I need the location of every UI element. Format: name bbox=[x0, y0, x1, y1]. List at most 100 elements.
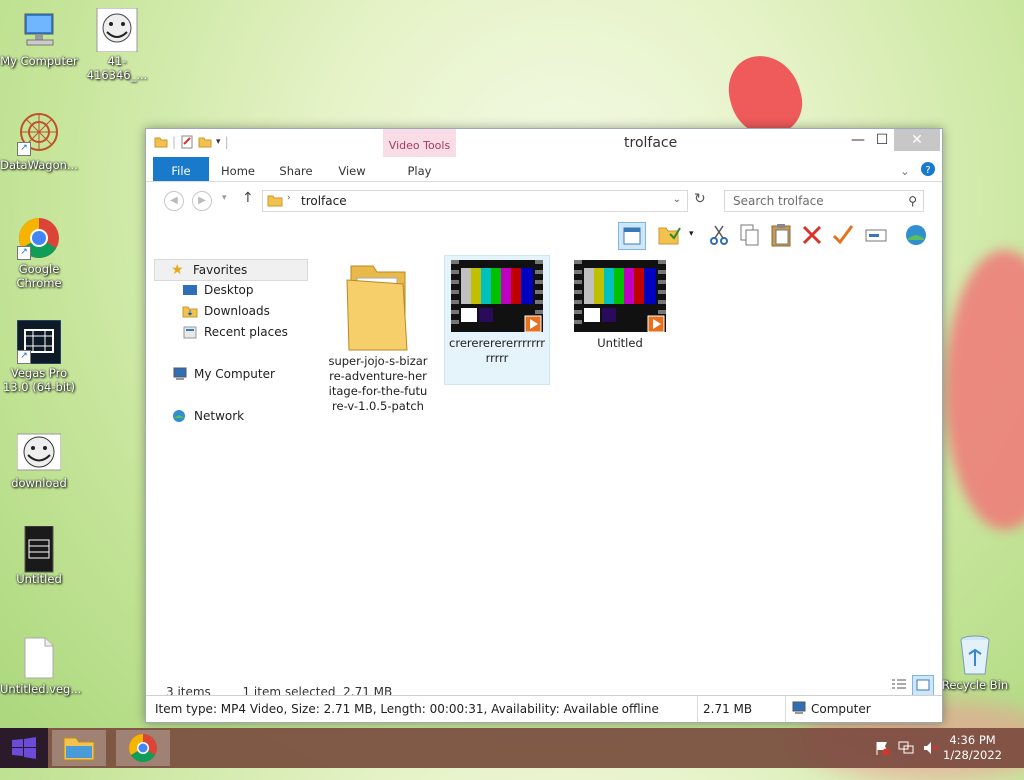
sony-video-icon bbox=[17, 525, 61, 573]
address-bar[interactable]: › trolface ⌄ bbox=[262, 190, 688, 212]
details-view-icon[interactable] bbox=[890, 677, 908, 693]
breadcrumb[interactable]: trolface bbox=[301, 194, 347, 208]
forward-button[interactable]: ▶ bbox=[192, 191, 212, 211]
downloads-icon bbox=[182, 304, 198, 318]
new-folder-icon[interactable] bbox=[198, 135, 212, 149]
datawagon-icon: ↗ bbox=[17, 112, 61, 156]
trollface-image-icon bbox=[16, 430, 62, 474]
desktop-icon-google-chrome[interactable]: ↗ Google Chrome bbox=[0, 216, 78, 290]
folder-item[interactable]: super-jojo-s-bizarre-adventure-heritage-… bbox=[326, 256, 430, 414]
chrome-icon bbox=[129, 734, 157, 762]
refresh-button[interactable]: ↻ bbox=[694, 191, 706, 207]
title-bar: | ▾ | Video Tools trolface — ☐ ✕ bbox=[146, 129, 942, 179]
delete-icon[interactable] bbox=[799, 222, 825, 248]
recent-locations-icon[interactable]: ▾ bbox=[222, 193, 227, 203]
desktop-icon-datawagon[interactable]: ↗ DataWagon... bbox=[0, 112, 78, 172]
divider bbox=[697, 696, 698, 722]
properties-folder-icon[interactable] bbox=[656, 222, 682, 248]
item-size: 2.71 MB bbox=[703, 702, 753, 716]
desktop-icon-my-computer[interactable]: My Computer bbox=[0, 8, 78, 68]
recent-places-icon bbox=[182, 325, 198, 339]
nav-favorites[interactable]: ★ Favorites bbox=[154, 259, 308, 281]
svg-text:?: ? bbox=[925, 165, 930, 176]
desktop-icon-trollface-image[interactable]: 41-416346_... bbox=[78, 7, 156, 82]
desktop-icon-untitled-video[interactable]: Untitled bbox=[0, 525, 78, 586]
back-button[interactable]: ◀ bbox=[164, 191, 184, 211]
desktop-icon-recycle-bin[interactable]: Recycle Bin bbox=[936, 632, 1014, 692]
maximize-button[interactable]: ☐ bbox=[867, 129, 897, 151]
properties-icon[interactable] bbox=[180, 135, 194, 149]
details-bar: Item type: MP4 Video, Size: 2.71 MB, Len… bbox=[146, 695, 942, 722]
folder-icon bbox=[343, 258, 413, 354]
tab-play[interactable]: Play bbox=[383, 157, 456, 181]
explorer-window: | ▾ | Video Tools trolface — ☐ ✕ File Ho… bbox=[145, 128, 943, 723]
tab-view[interactable]: View bbox=[328, 157, 376, 181]
action-center-flag-icon[interactable] bbox=[874, 740, 890, 756]
nav-my-computer[interactable]: My Computer bbox=[172, 364, 275, 384]
up-button[interactable]: ↑ bbox=[242, 190, 254, 206]
divider bbox=[785, 696, 786, 722]
chrome-icon: ↗ bbox=[17, 216, 61, 260]
folder-small-icon[interactable] bbox=[154, 135, 168, 149]
file-explorer-icon bbox=[63, 737, 95, 761]
video-file-item-selected[interactable]: crerererererrrrrrrrrrrr bbox=[444, 255, 550, 385]
taskbar-chrome[interactable] bbox=[116, 730, 170, 766]
blank-file-icon bbox=[17, 636, 61, 680]
address-row: ◀ ▶ ▾ ↑ › trolface ⌄ ↻ Search trolface ⚲ bbox=[146, 185, 942, 217]
item-details: Item type: MP4 Video, Size: 2.71 MB, Len… bbox=[155, 702, 659, 716]
search-input[interactable]: Search trolface ⚲ bbox=[724, 190, 924, 212]
start-button[interactable] bbox=[0, 728, 48, 768]
window-title: trolface bbox=[624, 135, 678, 151]
system-clock[interactable]: 4:36 PM 1/28/2022 bbox=[943, 733, 1002, 763]
search-icon: ⚲ bbox=[908, 194, 917, 208]
copy-icon[interactable] bbox=[737, 222, 763, 248]
vegas-pro-icon: ↗ bbox=[16, 319, 62, 365]
computer-icon bbox=[791, 701, 807, 718]
tab-file[interactable]: File bbox=[153, 157, 209, 181]
ribbon-tabs: File Home Share View Play ⌄ ? bbox=[146, 157, 942, 182]
desktop-icon bbox=[182, 283, 198, 297]
star-icon: ★ bbox=[171, 262, 184, 278]
network-status-icon[interactable] bbox=[898, 740, 914, 756]
preview-pane-button[interactable] bbox=[618, 222, 646, 250]
taskbar-explorer[interactable] bbox=[52, 730, 106, 766]
nav-downloads[interactable]: Downloads bbox=[182, 301, 270, 321]
customize-qat-icon[interactable]: ▾ bbox=[216, 137, 221, 147]
desktop-icon-download[interactable]: download bbox=[0, 430, 78, 490]
taskbar: 4:36 PM 1/28/2022 bbox=[0, 728, 1024, 768]
expand-ribbon-icon[interactable]: ⌄ bbox=[898, 157, 912, 181]
video-thumbnail-icon bbox=[451, 260, 543, 333]
separator: | bbox=[224, 135, 229, 149]
apply-check-icon[interactable] bbox=[830, 222, 856, 248]
navigation-pane: ★ Favorites Desktop Downloads Recent pla… bbox=[154, 259, 314, 669]
nav-recent-places[interactable]: Recent places bbox=[182, 322, 288, 342]
rename-icon[interactable] bbox=[863, 222, 889, 248]
computer-icon bbox=[172, 367, 188, 381]
address-dropdown-icon[interactable]: ⌄ bbox=[673, 194, 681, 205]
nav-desktop[interactable]: Desktop bbox=[182, 280, 254, 300]
recycle-bin-icon bbox=[953, 632, 997, 676]
volume-muted-icon[interactable] bbox=[922, 740, 938, 756]
breadcrumb-chevron-icon[interactable]: › bbox=[287, 193, 291, 203]
folder-small-icon bbox=[267, 193, 283, 210]
file-list: super-jojo-s-bizarre-adventure-heritage-… bbox=[326, 254, 934, 664]
computer-icon bbox=[17, 8, 61, 52]
desktop-icon-vegas-pro[interactable]: ↗ Vegas Pro 13.0 (64-bit) bbox=[0, 319, 78, 394]
cut-icon[interactable] bbox=[706, 222, 732, 248]
quick-access-toolbar: | ▾ | bbox=[154, 135, 229, 149]
network-globe-icon[interactable] bbox=[903, 222, 929, 248]
options-dropdown-icon[interactable]: ▾ bbox=[689, 229, 694, 239]
nav-network[interactable]: Network bbox=[172, 406, 244, 426]
desktop-icon-untitled-veg[interactable]: Untitled.veg... bbox=[0, 636, 81, 696]
video-thumbnail-icon bbox=[574, 260, 666, 333]
tab-share[interactable]: Share bbox=[272, 157, 320, 181]
help-icon[interactable]: ? bbox=[920, 157, 936, 181]
network-icon bbox=[172, 409, 188, 423]
item-location: Computer bbox=[811, 702, 871, 716]
large-icons-view-icon[interactable] bbox=[912, 675, 934, 697]
video-file-item[interactable]: Untitled bbox=[568, 256, 672, 351]
tab-home[interactable]: Home bbox=[214, 157, 262, 181]
close-button[interactable]: ✕ bbox=[894, 129, 940, 151]
separator: | bbox=[172, 135, 177, 149]
paste-icon[interactable] bbox=[768, 222, 794, 248]
